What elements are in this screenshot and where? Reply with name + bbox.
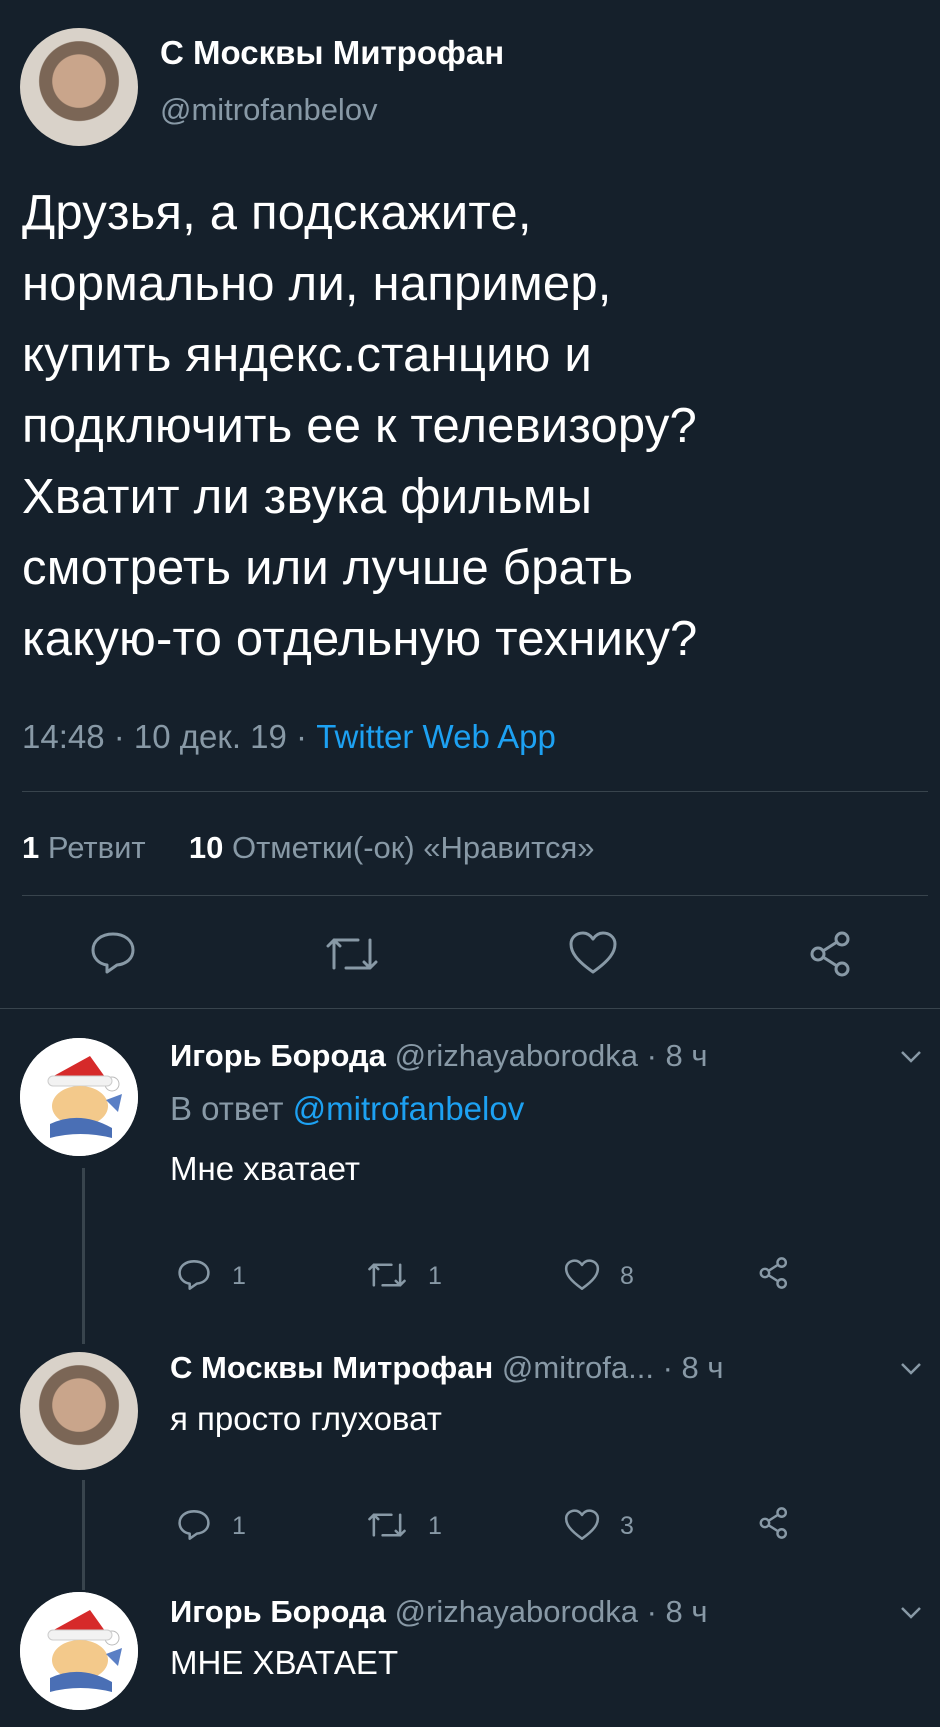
reply-to-prefix: В ответ [170, 1090, 293, 1127]
reply-text: я просто глуховат [170, 1400, 442, 1437]
likes-count: 10 [188, 830, 224, 865]
reply-icon[interactable] [176, 1258, 212, 1292]
reply-handle-time[interactable]: @rizhayaborodka · 8 ч [395, 1594, 708, 1629]
thread-line [82, 1480, 85, 1590]
tweet-timestamp[interactable]: 14:48 · 10 дек. 19 · [22, 718, 316, 755]
chevron-down-icon[interactable] [900, 1050, 922, 1064]
tweet-line: Хватит ли звука фильмы [22, 470, 593, 524]
reply-icon[interactable] [176, 1508, 212, 1542]
like-icon[interactable] [564, 1258, 600, 1292]
like-icon[interactable] [568, 930, 618, 976]
tweet-text: Друзья, а подскажите, нормально ли, напр… [22, 178, 922, 675]
divider [22, 895, 928, 896]
divider [0, 1008, 940, 1009]
reply-handle-time[interactable]: @rizhayaborodka · 8 ч [395, 1038, 708, 1073]
thread-line [82, 1168, 85, 1344]
reply-avatar[interactable] [20, 1352, 138, 1470]
reply-header: С Москвы Митрофан @mitrofa... · 8 ч [170, 1350, 724, 1386]
author-handle[interactable]: @mitrofanbelov [160, 92, 378, 128]
like-count: 8 [620, 1262, 634, 1290]
tweet-line: Друзья, а подскажите, [22, 186, 532, 240]
reply-count: 1 [232, 1512, 246, 1540]
tweet-stats: 1 Ретвит 10 Отметки(-ок) «Нравится» [22, 830, 595, 866]
share-icon[interactable] [758, 1256, 790, 1290]
reply-text: Мне хватает [170, 1150, 360, 1187]
reply-avatar[interactable] [20, 1592, 138, 1710]
reply-count: 1 [232, 1262, 246, 1290]
retweet-icon[interactable] [368, 1510, 406, 1540]
retweets-stat[interactable]: 1 Ретвит [22, 830, 154, 865]
reply-avatar[interactable] [20, 1038, 138, 1156]
likes-stat[interactable]: 10 Отметки(-ок) «Нравится» [189, 830, 595, 865]
author-avatar[interactable] [20, 28, 138, 146]
reply-author-name[interactable]: С Москвы Митрофан [170, 1350, 493, 1385]
like-icon[interactable] [564, 1508, 600, 1542]
reply-author-name[interactable]: Игорь Борода [170, 1594, 386, 1629]
tweet-line: купить яндекс.станцию и [22, 328, 592, 382]
tweet-line: подключить ее к телевизору? [22, 399, 697, 453]
author-name[interactable]: С Москвы Митрофан [160, 34, 504, 72]
reply-to-line: В ответ @mitrofanbelov [170, 1090, 524, 1128]
chevron-down-icon[interactable] [900, 1606, 922, 1620]
like-count: 3 [620, 1512, 634, 1540]
tweet-line: какую-то отдельную технику? [22, 612, 698, 666]
divider [22, 791, 928, 792]
reply-icon[interactable] [88, 930, 138, 976]
reply-handle-time[interactable]: @mitrofa... · 8 ч [502, 1350, 724, 1385]
reply-text: МНЕ ХВАТАЕТ [170, 1644, 399, 1681]
tweet-line: смотреть или лучше брать [22, 541, 634, 595]
retweets-label: Ретвит [47, 830, 146, 865]
retweets-count: 1 [22, 830, 40, 865]
reply-to-handle[interactable]: @mitrofanbelov [293, 1090, 525, 1127]
chevron-down-icon[interactable] [900, 1362, 922, 1376]
reply-header: Игорь Борода @rizhayaborodka · 8 ч [170, 1038, 708, 1074]
retweet-icon[interactable] [368, 1260, 406, 1290]
retweet-count: 1 [428, 1262, 442, 1290]
tweet-meta: 14:48 · 10 дек. 19 · Twitter Web App [22, 718, 556, 756]
likes-label: Отметки(-ок) «Нравится» [231, 830, 595, 865]
share-icon[interactable] [808, 930, 854, 978]
reply-author-name[interactable]: Игорь Борода [170, 1038, 386, 1073]
retweet-count: 1 [428, 1512, 442, 1540]
reply-header: Игорь Борода @rizhayaborodka · 8 ч [170, 1594, 708, 1630]
tweet-source[interactable]: Twitter Web App [316, 718, 556, 755]
share-icon[interactable] [758, 1506, 790, 1540]
retweet-icon[interactable] [326, 934, 378, 974]
tweet-line: нормально ли, например, [22, 257, 612, 311]
